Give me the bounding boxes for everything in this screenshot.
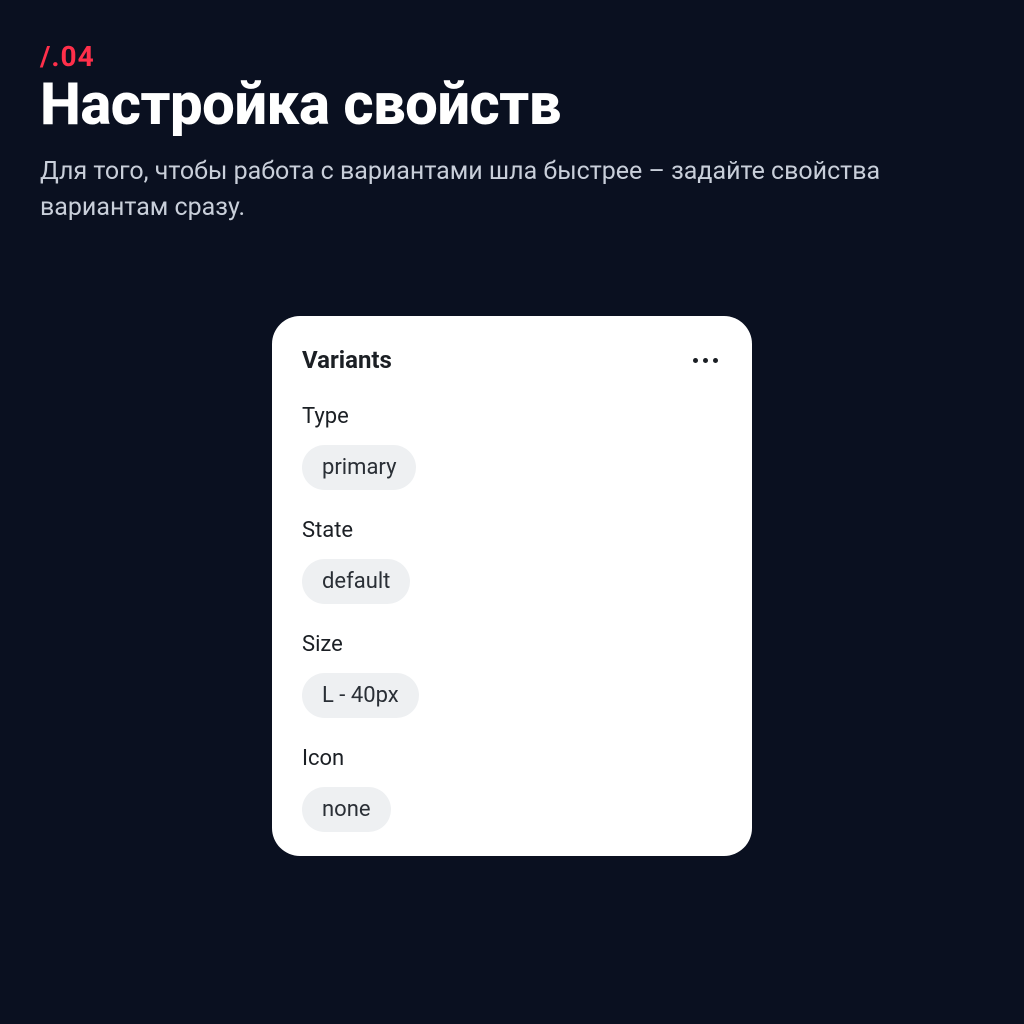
property-value-chip[interactable]: default [302,559,410,604]
more-icon[interactable] [689,354,722,367]
property-label: Icon [302,746,722,771]
section-number: /.04 [40,40,984,73]
section-index: .04 [51,40,94,73]
property-group-type: Type primary [302,404,722,490]
property-group-state: State default [302,518,722,604]
property-value-chip[interactable]: none [302,787,391,832]
variants-panel: Variants Type primary State default Size… [272,316,752,856]
slash-glyph: / [40,40,51,73]
property-group-icon: Icon none [302,746,722,832]
property-label: State [302,518,722,543]
property-value-chip[interactable]: L - 40px [302,673,419,718]
property-label: Size [302,632,722,657]
page-title: Настройка свойств [40,75,984,136]
page-subtitle: Для того, чтобы работа с вариантами шла … [40,154,940,227]
property-value-chip[interactable]: primary [302,445,416,490]
property-label: Type [302,404,722,429]
panel-title: Variants [302,346,392,374]
property-group-size: Size L - 40px [302,632,722,718]
